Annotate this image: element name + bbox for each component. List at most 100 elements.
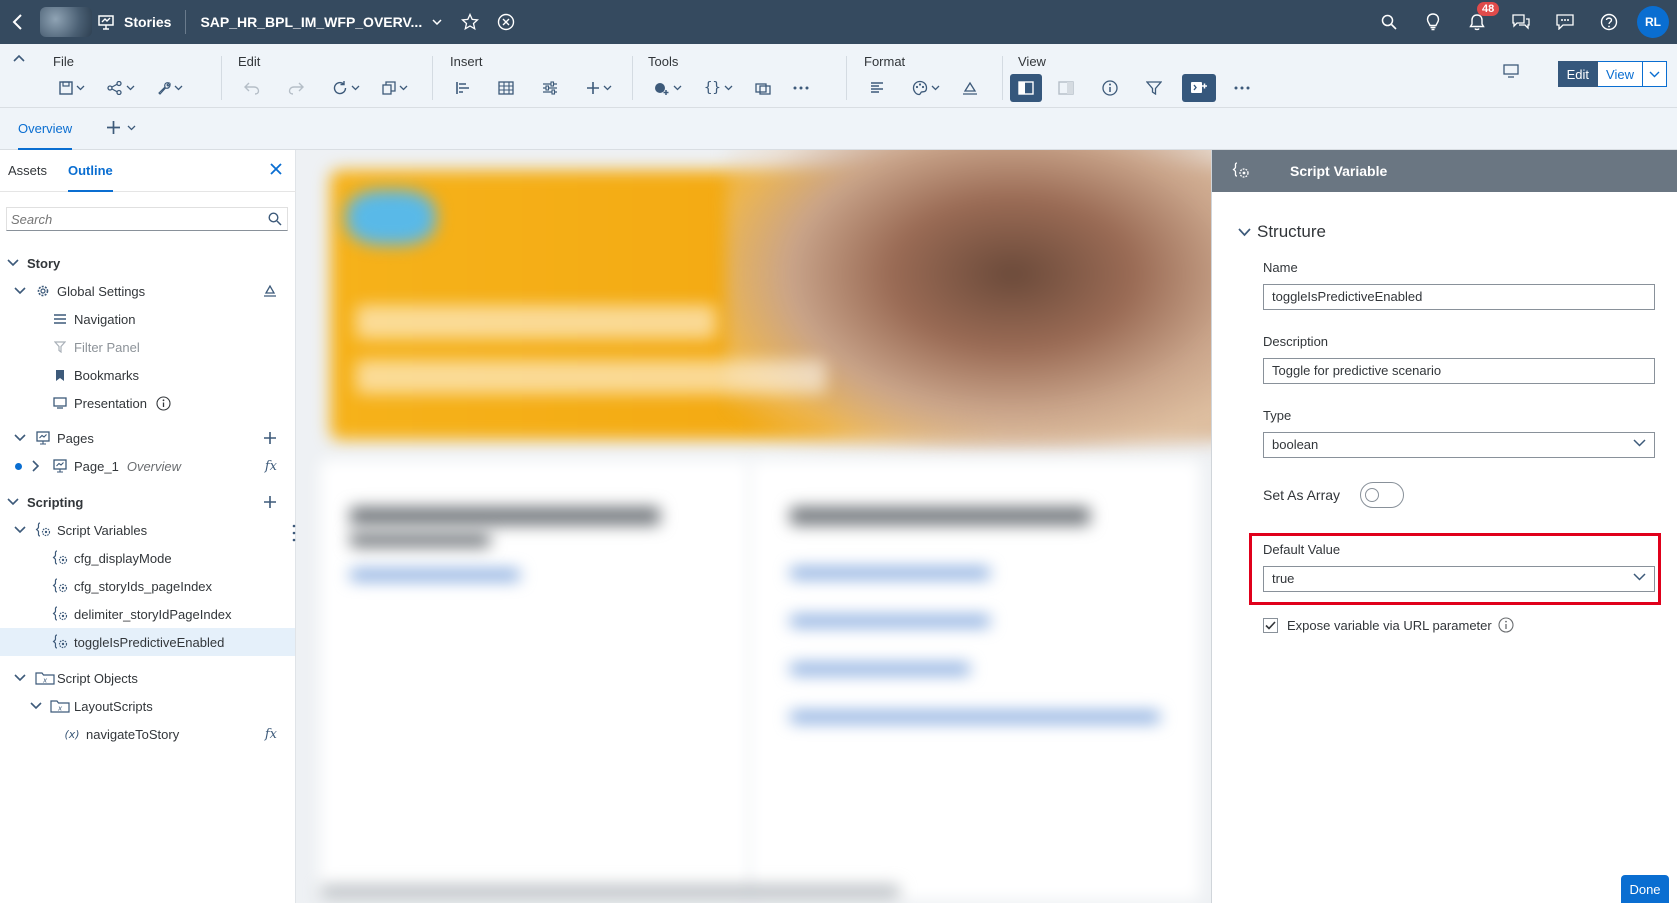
tree-item-scripting[interactable]: Scripting [0, 488, 295, 516]
chevron-down-icon[interactable] [1633, 573, 1646, 581]
name-field[interactable]: toggleIsPredictiveEnabled [1263, 284, 1655, 310]
tab-assets[interactable]: Assets [8, 150, 47, 192]
tree-item-story[interactable]: Story [0, 249, 295, 277]
format-painter-icon[interactable] [263, 284, 277, 298]
default-value-select-value: true [1272, 571, 1295, 586]
save-button[interactable] [53, 74, 91, 102]
tree-item-script-variables[interactable]: Script Variables [0, 516, 295, 544]
search-icon[interactable] [268, 212, 282, 226]
tools-layout-button[interactable] [749, 74, 777, 102]
expose-url-parameter-row: Expose variable via URL parameter [1263, 617, 1514, 633]
chevron-down-icon[interactable] [12, 430, 28, 446]
left-side-panel-toggle[interactable] [1010, 74, 1042, 102]
tree-item-script-variable[interactable]: cfg_storyIds_pageIndex [0, 572, 295, 600]
chevron-down-icon[interactable] [12, 283, 28, 299]
tree-item-bookmarks[interactable]: Bookmarks [0, 361, 295, 389]
notifications-bell-icon[interactable]: 48 [1455, 0, 1500, 44]
user-avatar[interactable]: RL [1637, 6, 1669, 38]
chevron-down-icon[interactable] [422, 0, 452, 44]
tab-outline[interactable]: Outline [68, 150, 113, 192]
done-button[interactable]: Done [1621, 875, 1669, 903]
view-mode-button[interactable]: View [1598, 61, 1643, 87]
chevron-down-icon[interactable] [5, 255, 21, 271]
card-link-placeholder [790, 568, 990, 578]
chevron-down-icon[interactable] [12, 670, 28, 686]
tree-item-global-settings[interactable]: Global Settings [0, 277, 295, 305]
theme-palette-button[interactable] [906, 74, 946, 102]
tree-item-script-objects[interactable]: x Script Objects [0, 664, 295, 692]
copy-button[interactable] [376, 74, 414, 102]
discussions-icon[interactable] [1499, 0, 1543, 44]
tree-item-script-variable[interactable]: cfg_displayMode [0, 544, 295, 572]
app-name[interactable]: Stories [124, 14, 171, 30]
add-page-button[interactable] [106, 120, 136, 135]
hero-image [726, 150, 1211, 450]
structure-section-header[interactable]: Structure [1238, 222, 1326, 242]
story-canvas[interactable] [296, 150, 1211, 903]
mode-dropdown-chevron-icon[interactable] [1643, 61, 1667, 87]
insert-chart-button[interactable] [450, 74, 476, 102]
chevron-down-icon[interactable] [1633, 439, 1646, 447]
share-button[interactable] [101, 74, 141, 102]
gear-icon [35, 283, 51, 299]
tree-item-navigate-to-story[interactable]: (x) navigateToStory fx [0, 720, 295, 748]
redo-button[interactable] [282, 74, 310, 102]
expose-url-parameter-checkbox[interactable] [1263, 617, 1278, 633]
script-variable-icon [52, 606, 68, 622]
chevron-down-icon[interactable] [28, 698, 44, 714]
format-painter-button[interactable] [956, 74, 984, 102]
right-side-panel-toggle[interactable] [1052, 74, 1080, 102]
scripting-braces-button[interactable]: {} [698, 74, 739, 102]
device-preview-icon[interactable] [1503, 64, 1519, 78]
favorite-star-icon[interactable] [452, 0, 488, 44]
info-icon[interactable] [156, 395, 171, 411]
toolbar-group-label: View [1018, 54, 1046, 69]
scripting-view-toggle[interactable] [1182, 74, 1216, 102]
chevron-right-icon[interactable] [28, 458, 44, 474]
tree-item-page-1[interactable]: Page_1 Overview fx [0, 452, 295, 480]
tree-item-presentation[interactable]: Presentation [0, 389, 295, 417]
close-icon[interactable] [270, 163, 282, 175]
set-as-array-toggle[interactable] [1360, 482, 1404, 508]
refresh-button[interactable] [326, 74, 366, 102]
tree-label: Presentation [74, 395, 147, 411]
tab-overview[interactable]: Overview [18, 108, 73, 150]
tree-item-script-variable-selected[interactable]: toggleIsPredictiveEnabled [0, 628, 295, 656]
close-story-icon[interactable] [488, 0, 524, 44]
fx-icon[interactable]: fx [265, 727, 277, 742]
chevron-down-icon[interactable] [5, 494, 21, 510]
search-icon[interactable] [1367, 0, 1411, 44]
help-icon[interactable] [1587, 0, 1631, 44]
add-script-icon[interactable] [263, 495, 277, 509]
tools-add-button[interactable] [648, 74, 688, 102]
story-title[interactable]: SAP_HR_BPL_IM_WFP_OVERV... [200, 14, 422, 30]
settings-wrench-button[interactable] [151, 74, 189, 102]
info-icon[interactable] [1096, 74, 1124, 102]
add-page-icon[interactable] [263, 431, 277, 445]
insert-add-button[interactable] [580, 74, 618, 102]
info-icon[interactable] [1498, 617, 1514, 633]
search-input[interactable] [7, 208, 257, 230]
type-select[interactable]: boolean [1263, 432, 1655, 458]
insert-input-control-button[interactable] [536, 74, 564, 102]
tree-item-layout-scripts[interactable]: x LayoutScripts [0, 692, 295, 720]
chevron-down-icon[interactable] [12, 522, 28, 538]
back-icon[interactable] [0, 0, 36, 44]
format-layout-button[interactable] [864, 74, 890, 102]
fx-icon[interactable]: fx [265, 459, 277, 474]
description-field[interactable]: Toggle for predictive scenario [1263, 358, 1655, 384]
default-value-select[interactable]: true [1263, 566, 1655, 592]
more-view-icon[interactable] [1228, 74, 1256, 102]
feedback-icon[interactable] [1543, 0, 1587, 44]
filter-icon[interactable] [1140, 74, 1168, 102]
tree-item-pages[interactable]: Pages [0, 424, 295, 452]
tree-item-filter-panel[interactable]: Filter Panel [0, 333, 295, 361]
tree-item-script-variable[interactable]: delimiter_storyIdPageIndex [0, 600, 295, 628]
lightbulb-icon[interactable] [1411, 0, 1455, 44]
more-tools-icon[interactable] [787, 74, 815, 102]
insert-table-button[interactable] [492, 74, 520, 102]
undo-button[interactable] [238, 74, 266, 102]
tree-item-navigation[interactable]: Navigation [0, 305, 295, 333]
edit-mode-button[interactable]: Edit [1557, 61, 1599, 87]
collapse-toolbar-icon[interactable] [13, 54, 25, 62]
